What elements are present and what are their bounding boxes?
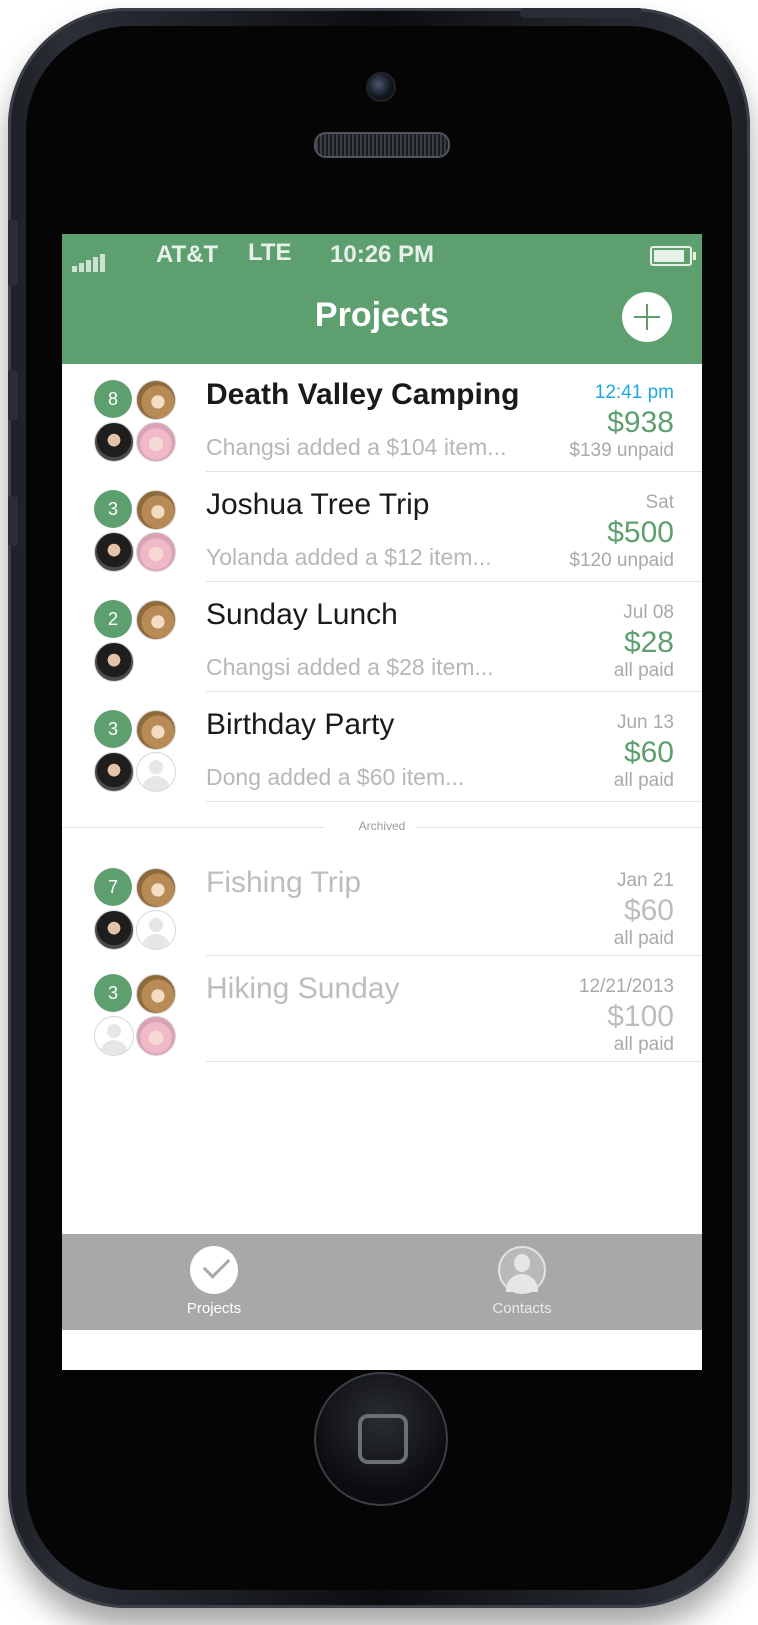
project-amount: $500: [607, 516, 674, 549]
separator-line: [416, 827, 702, 828]
archived-label: Archived: [358, 819, 406, 833]
home-square-icon: [358, 1414, 408, 1464]
row-divider: [206, 1061, 702, 1062]
person-icon: [498, 1246, 546, 1294]
project-title: Birthday Party: [206, 708, 395, 741]
archived-separator: Archived: [62, 804, 702, 852]
project-activity: Yolanda added a $12 item...: [206, 544, 492, 570]
row-divider: [206, 801, 702, 802]
project-date: Jan 21: [616, 870, 674, 891]
payment-status: $139 unpaid: [569, 440, 674, 461]
member-count-badge: 3: [94, 710, 132, 748]
avatar: [94, 532, 134, 572]
project-amount: $938: [607, 406, 674, 439]
tab-projects[interactable]: Projects: [114, 1234, 314, 1330]
avatar: [94, 642, 134, 682]
tab-contacts[interactable]: Contacts: [422, 1234, 622, 1330]
payment-status: all paid: [613, 660, 674, 681]
member-count-badge: 8: [94, 380, 132, 418]
project-amount: $60: [623, 736, 674, 769]
avatar: [136, 974, 176, 1014]
avatar: [94, 422, 134, 462]
app-screen: AT&T LTE 10:26 PM Projects 8 Death Valle…: [62, 234, 702, 1370]
project-row[interactable]: 3 Birthday Party Dong added a $60 item..…: [62, 694, 702, 804]
projects-list: 8 Death Valley Camping Changsi added a $…: [62, 364, 702, 1064]
avatar: [94, 752, 134, 792]
tab-label: Projects: [186, 1300, 242, 1317]
carrier-label: AT&T: [156, 241, 219, 268]
member-count-badge: 2: [94, 600, 132, 638]
row-divider: [206, 955, 702, 956]
avatar-placeholder: [94, 1016, 134, 1056]
avatar: [136, 532, 176, 572]
project-title: Joshua Tree Trip: [206, 488, 430, 521]
project-amount: $28: [623, 626, 674, 659]
payment-status: all paid: [613, 1034, 674, 1055]
member-avatars: 7: [94, 868, 178, 954]
member-count-badge: 7: [94, 868, 132, 906]
member-avatars: 8: [94, 380, 178, 466]
member-count-badge: 3: [94, 490, 132, 528]
avatar: [94, 910, 134, 950]
row-divider: [206, 581, 702, 582]
avatar: [136, 600, 176, 640]
member-avatars: 3: [94, 974, 178, 1060]
home-button[interactable]: [314, 1372, 448, 1506]
project-title: Sunday Lunch: [206, 598, 398, 631]
avatar: [136, 868, 176, 908]
volume-up-button: [8, 370, 18, 420]
checkmark-icon: [190, 1246, 238, 1294]
avatar: [136, 380, 176, 420]
project-amount: $100: [607, 1000, 674, 1033]
project-amount: $60: [623, 894, 674, 927]
signal-icon: [72, 244, 107, 272]
member-count-badge: 3: [94, 974, 132, 1012]
archived-project-row[interactable]: 3 Hiking Sunday 12/21/2013 $100 all paid: [62, 958, 702, 1064]
tab-label: Contacts: [492, 1300, 552, 1317]
member-avatars: 3: [94, 710, 178, 796]
earpiece-speaker: [314, 132, 450, 158]
page-title: Projects: [314, 296, 450, 334]
avatar: [136, 710, 176, 750]
power-button: [520, 8, 642, 18]
archived-project-row[interactable]: 7 Fishing Trip Jan 21 $60 all paid: [62, 852, 702, 958]
project-row[interactable]: 8 Death Valley Camping Changsi added a $…: [62, 364, 702, 474]
project-date: 12/21/2013: [578, 976, 674, 997]
status-bar: AT&T LTE 10:26 PM: [62, 234, 702, 274]
project-row[interactable]: 3 Joshua Tree Trip Yolanda added a $12 i…: [62, 474, 702, 584]
clock: 10:26 PM: [330, 241, 435, 268]
payment-status: all paid: [613, 928, 674, 949]
project-activity: Changsi added a $28 item...: [206, 654, 494, 680]
volume-down-button: [8, 496, 18, 546]
member-avatars: 2: [94, 600, 178, 686]
mute-switch: [8, 220, 18, 286]
avatar: [136, 422, 176, 462]
row-divider: [206, 691, 702, 692]
front-camera: [366, 72, 396, 102]
project-row[interactable]: 2 Sunday Lunch Changsi added a $28 item.…: [62, 584, 702, 694]
member-avatars: 3: [94, 490, 178, 576]
project-date: 12:41 pm: [594, 382, 674, 403]
row-divider: [206, 471, 702, 472]
project-title: Death Valley Camping: [206, 378, 520, 411]
avatar: [136, 1016, 176, 1056]
project-title: Fishing Trip: [206, 866, 362, 899]
project-activity: Dong added a $60 item...: [206, 764, 465, 790]
add-project-button[interactable]: [622, 292, 672, 342]
project-date: Jul 08: [623, 602, 674, 623]
project-date: Jun 13: [616, 712, 674, 733]
tab-bar: Projects Contacts: [62, 1234, 702, 1330]
network-label: LTE: [248, 239, 292, 266]
project-date: Sat: [645, 492, 674, 513]
nav-bar: Projects: [62, 274, 702, 364]
avatar: [136, 490, 176, 530]
avatar-placeholder: [136, 752, 176, 792]
payment-status: all paid: [613, 770, 674, 791]
payment-status: $120 unpaid: [569, 550, 674, 571]
project-title: Hiking Sunday: [206, 972, 400, 1005]
project-activity: Changsi added a $104 item...: [206, 434, 507, 460]
battery-icon: [650, 246, 696, 266]
avatar-placeholder: [136, 910, 176, 950]
